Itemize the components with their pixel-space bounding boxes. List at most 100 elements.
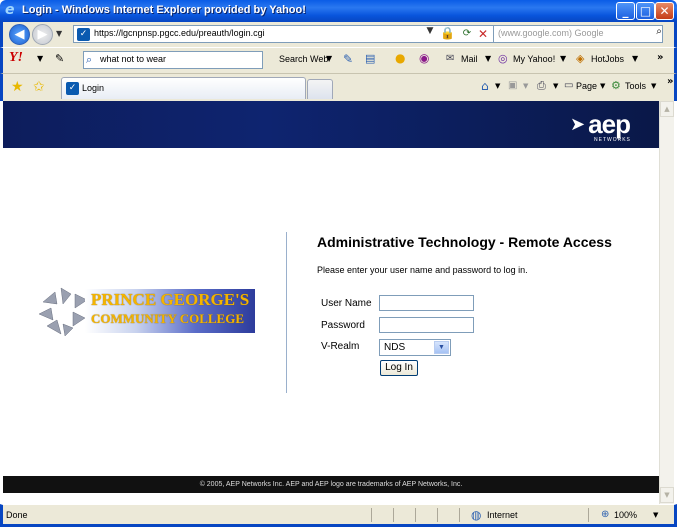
zoom-arrow-icon[interactable]: ▼: [653, 511, 658, 519]
yahoo-search-value: what not to wear: [100, 54, 167, 64]
maximize-button[interactable]: □: [636, 2, 655, 20]
lock-icon[interactable]: 🔒: [440, 26, 455, 40]
form-instructions: Please enter your user name and password…: [317, 265, 528, 275]
yahoo-menu-arrow-icon[interactable]: ▼: [37, 54, 43, 63]
hotjobs-icon[interactable]: ◈: [576, 52, 584, 65]
layout-icon[interactable]: ▤: [365, 52, 375, 65]
hotjobs-arrow-icon[interactable]: ▼: [632, 54, 638, 63]
command-more-icon[interactable]: »: [667, 76, 673, 87]
search-icon: ⌕: [86, 53, 93, 66]
recent-pages-dropdown-icon[interactable]: ▼: [56, 29, 62, 38]
aep-logo-subtext: NETWORKS: [594, 137, 631, 143]
divider: [286, 232, 287, 393]
my-yahoo-arrow-icon[interactable]: ▼: [560, 54, 566, 63]
college-name-line1: PRINCE GEORGE'S: [91, 290, 250, 309]
college-name-line2: COMMUNITY COLLEGE: [91, 311, 244, 326]
home-icon[interactable]: ⌂: [481, 79, 489, 93]
mail-icon[interactable]: ✉: [446, 53, 454, 64]
page-footer: © 2005, AEP Networks Inc. AEP and AEP lo…: [3, 476, 659, 493]
chevron-down-icon[interactable]: ▼: [434, 341, 449, 354]
internet-globe-icon: ◍: [471, 508, 482, 522]
yahoo-toolbar: Y! ▼ ✎ ⌕ what not to wear Search Web ▼ ✎…: [0, 47, 677, 73]
feeds-arrow-icon[interactable]: ▼: [523, 82, 528, 90]
bookmark-icon[interactable]: ●: [395, 51, 405, 65]
refresh-icon[interactable]: ⟳: [458, 25, 476, 43]
search-placeholder: (www.google.com) Google: [498, 28, 604, 38]
window-title-bar[interactable]: e Login - Windows Internet Explorer prov…: [0, 0, 677, 22]
my-yahoo-button[interactable]: My Yahoo!: [513, 54, 555, 64]
site-favicon-icon: ✓: [77, 28, 90, 41]
college-emblem-icon: [38, 287, 88, 336]
yahoo-search-input[interactable]: ⌕ what not to wear: [83, 51, 263, 69]
tools-arrow-icon[interactable]: ▼: [651, 82, 656, 90]
yahoo-logo-icon[interactable]: Y!: [9, 50, 23, 66]
close-button[interactable]: ✕: [655, 2, 674, 20]
realm-label: V-Realm: [321, 341, 360, 352]
tab-login[interactable]: ✓ Login: [61, 77, 306, 99]
print-icon[interactable]: ⎙: [537, 79, 546, 93]
status-divider: [588, 508, 589, 522]
tab-label: Login: [82, 83, 105, 93]
highlight-icon[interactable]: ✎: [343, 52, 353, 66]
add-favorites-icon[interactable]: ✩: [33, 79, 45, 95]
vertical-scrollbar[interactable]: ▲ ▼: [659, 101, 674, 504]
tab-favicon-icon: ✓: [66, 82, 79, 95]
status-divider: [437, 508, 438, 522]
status-divider: [393, 508, 394, 522]
status-divider: [459, 508, 460, 522]
favorites-star-icon[interactable]: ★: [11, 79, 24, 95]
pencil-icon[interactable]: ✎: [55, 52, 64, 65]
login-button[interactable]: Log In: [380, 360, 418, 376]
scroll-down-button[interactable]: ▼: [660, 487, 674, 503]
status-divider: [415, 508, 416, 522]
tab-row: ★ ✩ ✓ Login ⌂ ▼ ▣ ▼ ⎙ ▼ ▭ Page ▼ ⚙ Tools…: [0, 73, 677, 101]
status-bar: Done ◍ Internet ⊕ 100% ▼: [0, 504, 677, 527]
zoom-level[interactable]: 100%: [614, 510, 637, 520]
tools-gear-icon[interactable]: ⚙: [611, 79, 621, 92]
ie-icon: e: [5, 2, 15, 18]
scroll-up-button[interactable]: ▲: [660, 101, 674, 117]
address-toolbar: ◀ ▶ ▼ ✓ https://lgcnpnsp.pgcc.edu/preaut…: [0, 22, 677, 47]
forward-button[interactable]: ▶: [32, 24, 53, 45]
minimize-button[interactable]: _: [616, 2, 635, 20]
page-arrow-icon[interactable]: ▼: [600, 82, 605, 90]
form-title: Administrative Technology - Remote Acces…: [317, 234, 612, 250]
tools-menu-button[interactable]: Tools: [625, 81, 646, 91]
new-tab-button[interactable]: [307, 79, 333, 99]
feeds-icon[interactable]: ▣: [508, 80, 517, 91]
username-label: User Name: [321, 298, 372, 309]
window-title: Login - Windows Internet Explorer provid…: [22, 4, 306, 16]
search-go-icon[interactable]: ⌕: [651, 26, 667, 42]
page-content: ➤ aep NETWORKS PRINCE GEORGE'S COMMUNITY…: [3, 101, 659, 504]
realm-selected-value: NDS: [384, 342, 406, 353]
antispy-icon[interactable]: ◉: [419, 51, 429, 65]
status-text: Done: [6, 510, 28, 520]
home-arrow-icon[interactable]: ▼: [495, 82, 500, 90]
aep-logo-text: aep: [588, 109, 631, 139]
stop-icon[interactable]: ✕: [475, 25, 491, 43]
hotjobs-button[interactable]: HotJobs: [591, 54, 624, 64]
search-web-button[interactable]: Search Web: [279, 54, 328, 64]
aep-logo: ➤ aep NETWORKS: [570, 111, 631, 143]
page-icon[interactable]: ▭: [564, 80, 573, 91]
mail-arrow-icon[interactable]: ▼: [485, 54, 491, 63]
address-dropdown-icon[interactable]: ▼: [423, 26, 437, 42]
college-logo: PRINCE GEORGE'S COMMUNITY COLLEGE: [33, 284, 255, 336]
my-yahoo-icon[interactable]: ◎: [498, 52, 508, 65]
page-menu-button[interactable]: Page: [576, 81, 597, 91]
realm-select[interactable]: NDS ▼: [379, 339, 451, 356]
url-text: https://lgcnpnsp.pgcc.edu/preauth/login.…: [94, 28, 265, 38]
header-band: ➤ aep NETWORKS: [3, 101, 659, 148]
username-input[interactable]: [379, 295, 474, 311]
print-arrow-icon[interactable]: ▼: [553, 82, 558, 90]
google-search-input[interactable]: (www.google.com) Google: [493, 25, 663, 43]
mail-button[interactable]: Mail: [461, 54, 478, 64]
security-zone: Internet: [487, 510, 518, 520]
back-button[interactable]: ◀: [9, 24, 30, 45]
status-divider: [371, 508, 372, 522]
chevron-more-icon[interactable]: »: [657, 52, 663, 63]
search-web-arrow-icon[interactable]: ▼: [326, 54, 332, 63]
aep-logo-icon: ➤: [570, 114, 586, 134]
password-input[interactable]: [379, 317, 474, 333]
zoom-icon[interactable]: ⊕: [601, 509, 609, 520]
